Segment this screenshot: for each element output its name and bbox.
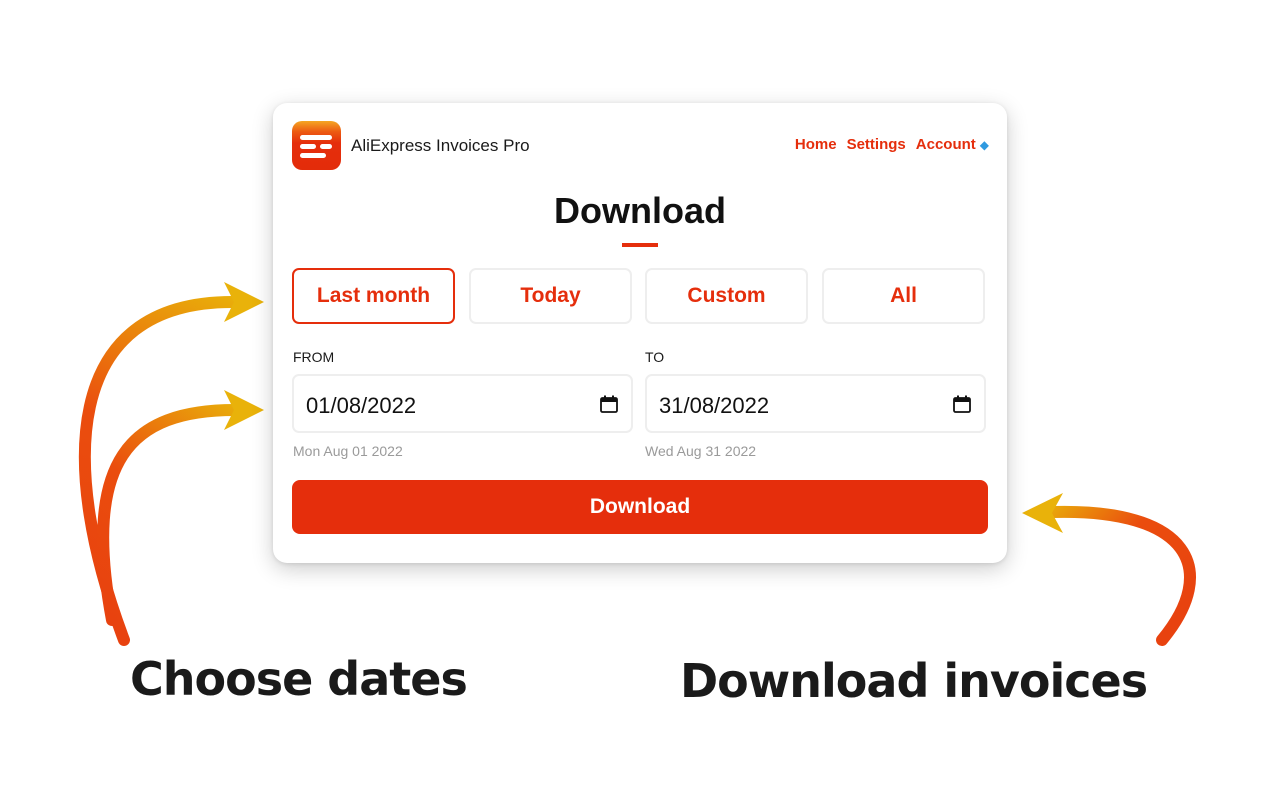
gem-icon: ◆: [979, 137, 989, 152]
download-button[interactable]: Download: [292, 480, 988, 534]
nav-account-label: Account: [915, 136, 976, 153]
caption-download-invoices: Download invoices: [680, 654, 1148, 708]
to-date-input[interactable]: 31/08/2022: [645, 374, 986, 433]
nav-home-link[interactable]: Home: [795, 136, 837, 153]
calendar-icon[interactable]: [953, 395, 971, 413]
preset-last-month-button[interactable]: Last month: [292, 268, 455, 324]
preset-all-button[interactable]: All: [822, 268, 985, 324]
nav-settings-link[interactable]: Settings: [847, 136, 906, 153]
top-nav: Home Settings Account ◆: [795, 136, 989, 153]
invoice-lines-icon: [292, 121, 341, 170]
arrow-to-dates: [97, 390, 264, 626]
preset-today-button[interactable]: Today: [469, 268, 632, 324]
from-label: FROM: [293, 349, 335, 365]
from-date-hint: Mon Aug 01 2022: [293, 443, 403, 459]
from-date-value: 01/08/2022: [306, 393, 417, 418]
to-label: TO: [645, 349, 665, 365]
to-date-hint: Wed Aug 31 2022: [645, 443, 757, 459]
to-date-value: 31/08/2022: [659, 393, 770, 418]
nav-account-link[interactable]: Account ◆: [916, 136, 989, 153]
caption-choose-dates: Choose dates: [130, 652, 468, 706]
preset-custom-button[interactable]: Custom: [645, 268, 808, 324]
calendar-icon[interactable]: [600, 395, 618, 413]
extension-popup: AliExpress Invoices Pro Home Settings Ac…: [273, 103, 1007, 563]
title-underline: [622, 243, 658, 247]
from-date-input[interactable]: 01/08/2022: [292, 374, 633, 433]
page-title: Download: [554, 190, 726, 231]
arrow-to-download: [1022, 493, 1196, 646]
app-name: AliExpress Invoices Pro: [351, 136, 530, 155]
